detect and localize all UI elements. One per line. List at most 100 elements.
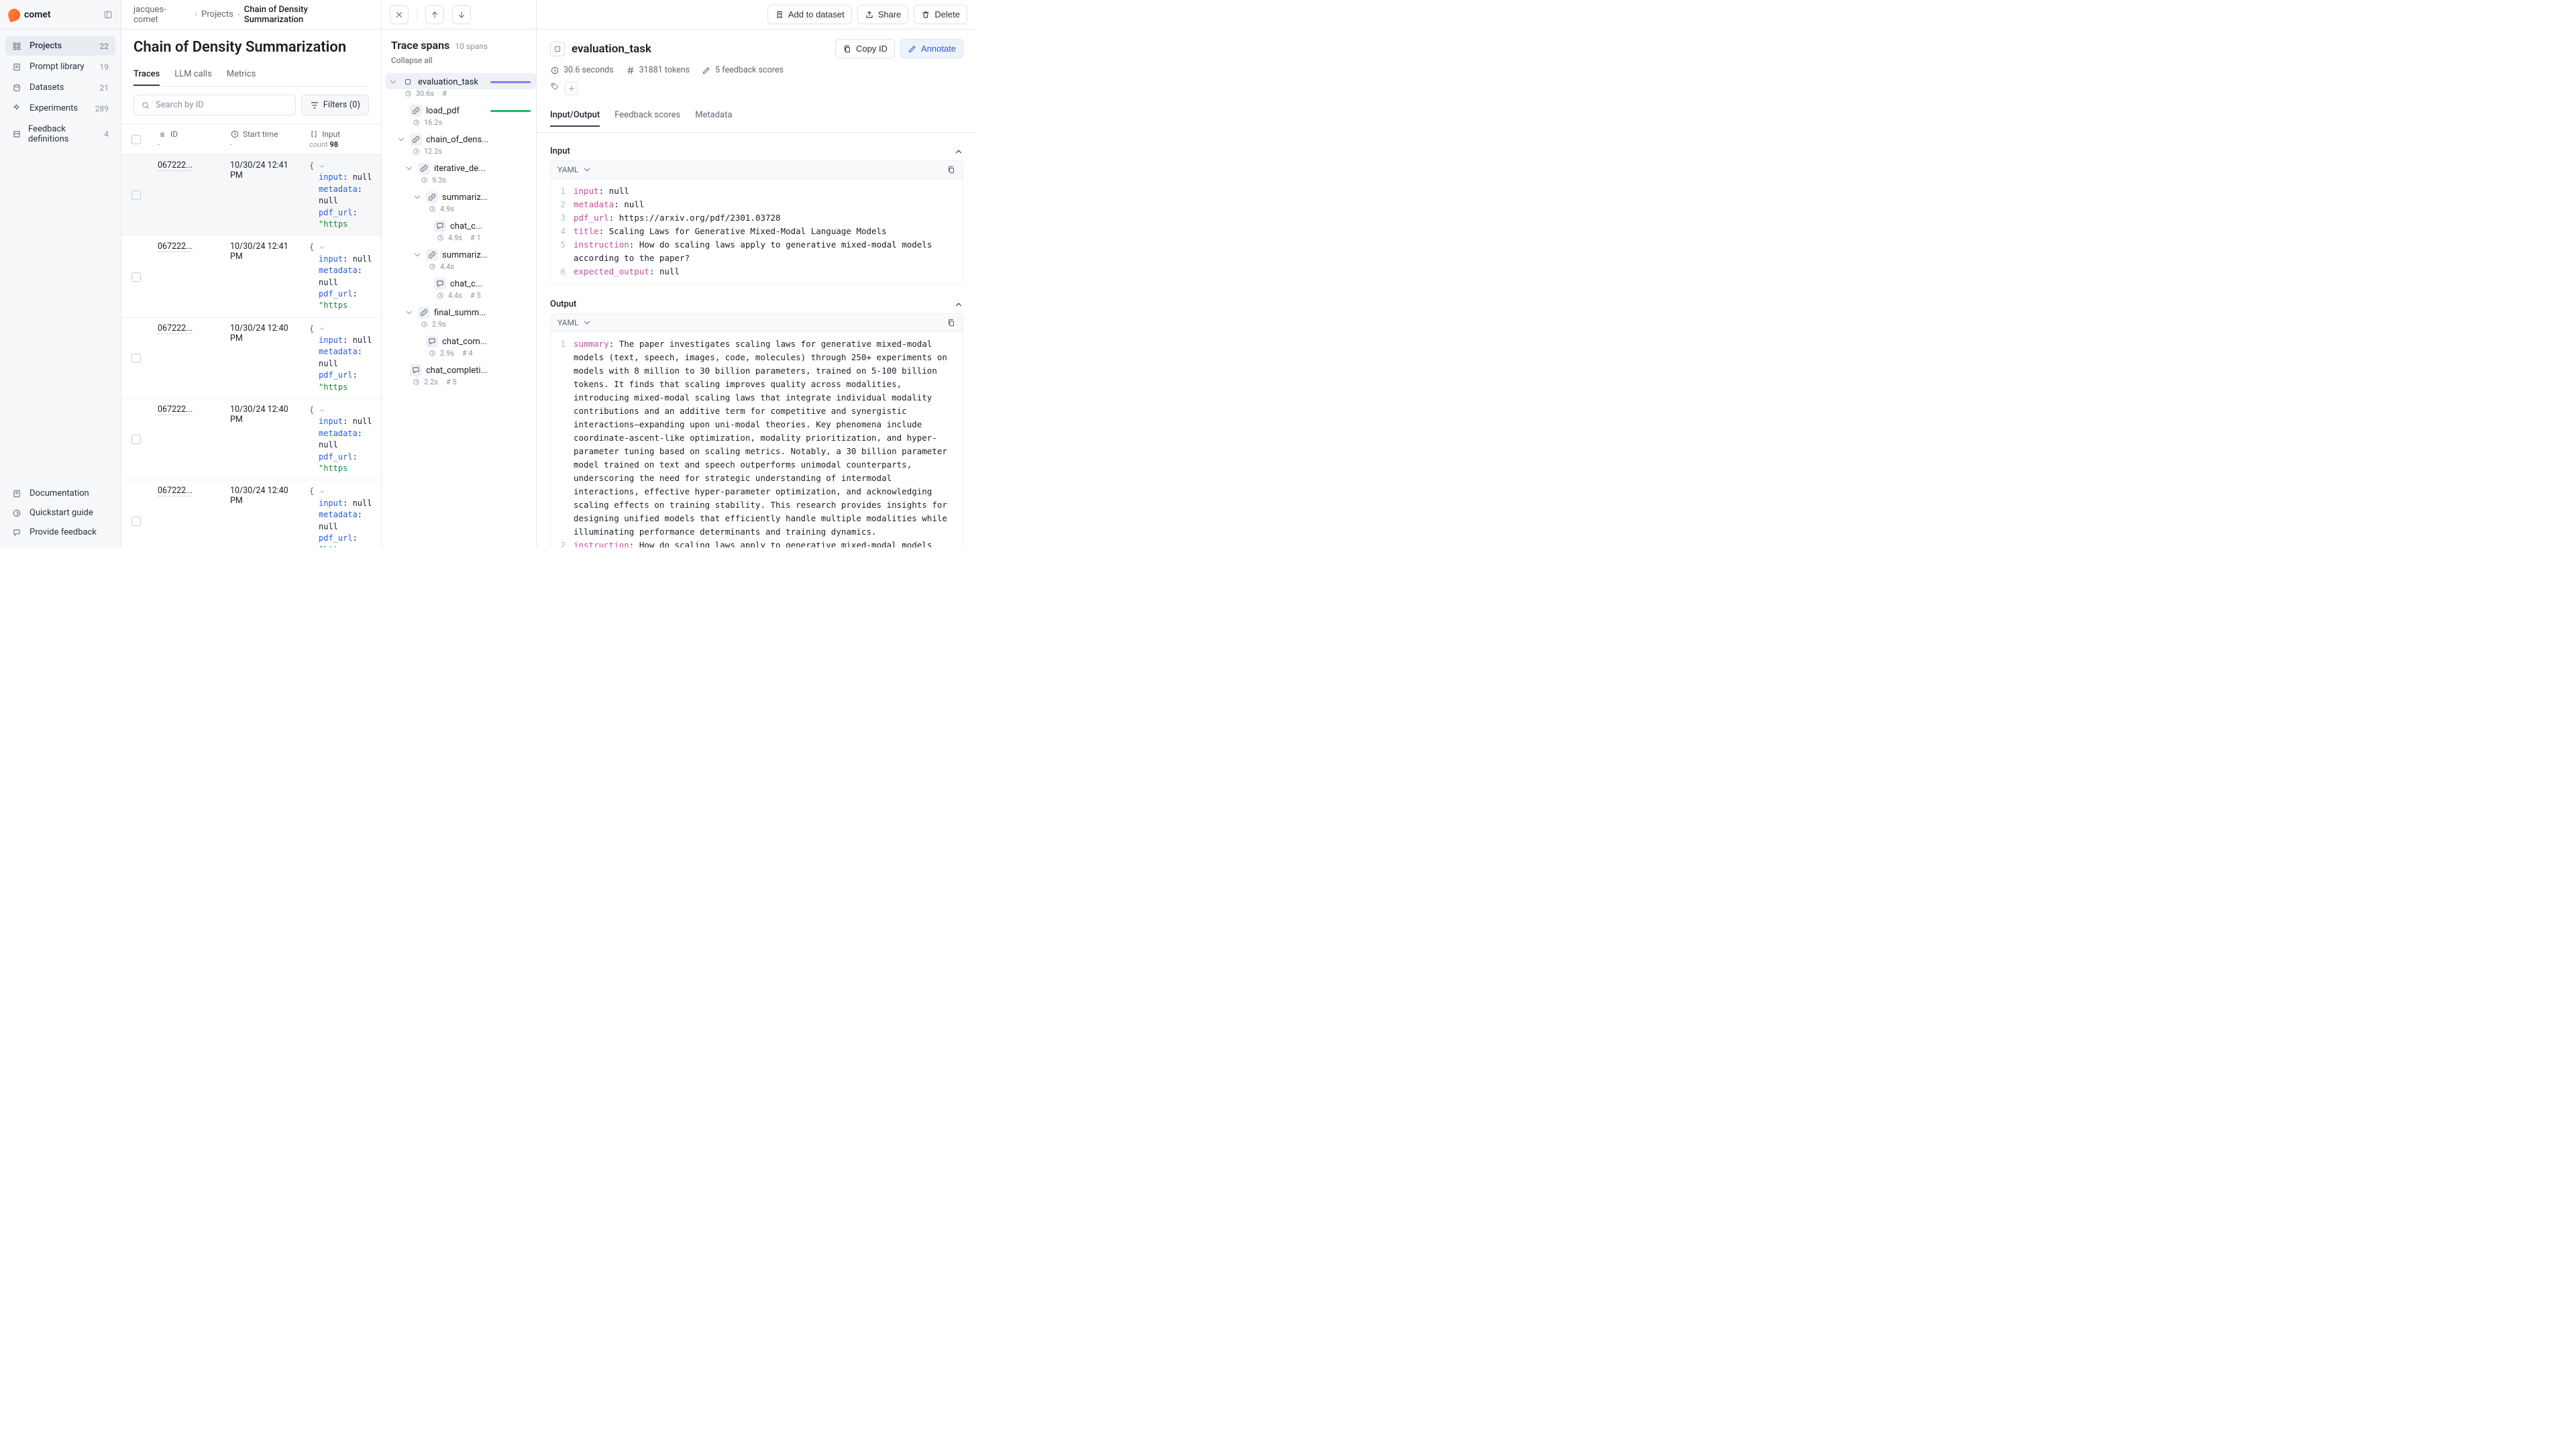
filter-icon: [310, 101, 319, 110]
annotate-button[interactable]: Annotate: [900, 39, 963, 58]
span-type-icon: [410, 105, 422, 117]
input-section-toggle[interactable]: Input: [550, 142, 963, 160]
row-checkbox[interactable]: [121, 236, 151, 317]
caret-icon[interactable]: [413, 250, 422, 260]
row-time: 10/30/24 12:40 PM: [223, 399, 303, 480]
tab-metadata[interactable]: Metadata: [695, 105, 732, 127]
nav-icon: [12, 83, 23, 93]
stat-feedback: 5 feedback scores: [702, 65, 784, 75]
caret-icon[interactable]: [405, 164, 414, 173]
sidebar-footer-provide-feedback[interactable]: Provide feedback: [5, 523, 115, 542]
pencil-icon: [908, 44, 917, 54]
span-row[interactable]: load_pdf: [394, 102, 536, 118]
output-section-toggle[interactable]: Output: [550, 295, 963, 313]
row-id[interactable]: 067222...: [151, 155, 223, 235]
format-select[interactable]: YAML: [557, 318, 592, 327]
row-id[interactable]: 067222...: [151, 399, 223, 480]
tab-traces[interactable]: Traces: [133, 64, 160, 86]
copy-output-button[interactable]: [947, 318, 956, 327]
format-select[interactable]: YAML: [557, 165, 592, 174]
clock-icon: [413, 148, 420, 155]
row-checkbox[interactable]: [121, 155, 151, 235]
sidebar-item-experiments[interactable]: Experiments289: [5, 99, 115, 118]
select-all-checkbox[interactable]: [121, 124, 151, 154]
row-id[interactable]: 067222...: [151, 236, 223, 317]
tab-feedback-scores[interactable]: Feedback scores: [614, 105, 680, 127]
code-line: 1summary: The paper investigates scaling…: [557, 337, 956, 539]
clock-icon: [405, 90, 412, 97]
span-extra: # 5: [446, 378, 457, 386]
row-checkbox[interactable]: [121, 399, 151, 480]
caret-icon[interactable]: [396, 135, 406, 144]
span-type-icon: [434, 278, 446, 290]
table-row[interactable]: 067222...10/30/24 12:40 PM{ input: nullm…: [121, 399, 381, 480]
code-line: 3pdf_url: https://arxiv.org/pdf/2301.037…: [557, 211, 956, 225]
close-panel-button[interactable]: [390, 5, 409, 24]
code-line: 5instruction: How do scaling laws apply …: [557, 238, 956, 265]
row-input-preview: { input: nullmetadata: nullpdf_url: "htt…: [303, 480, 381, 547]
span-name: summariz...: [442, 193, 531, 203]
trash-icon: [921, 10, 930, 19]
sidebar-item-datasets[interactable]: Datasets21: [5, 78, 115, 97]
search-input[interactable]: Search by ID: [133, 95, 296, 115]
span-row[interactable]: chat_completi...: [394, 362, 536, 378]
filters-button[interactable]: Filters (0): [301, 95, 369, 115]
span-row[interactable]: final_summ...: [402, 304, 536, 320]
nav-icon: [12, 104, 23, 113]
prev-trace-button[interactable]: [425, 5, 444, 24]
copy-id-button[interactable]: Copy ID: [835, 39, 895, 58]
breadcrumb-workspace[interactable]: jacques-comet: [133, 5, 191, 25]
span-row[interactable]: summariz...: [410, 246, 536, 262]
delete-button[interactable]: Delete: [914, 5, 967, 24]
tab-input-output[interactable]: Input/Output: [550, 105, 600, 127]
span-node: chat_c...4.9s# 1: [418, 217, 536, 246]
span-row[interactable]: chat_c...: [418, 217, 536, 233]
next-trace-button[interactable]: [452, 5, 471, 24]
add-tag-button[interactable]: [565, 82, 578, 95]
sidebar-item-label: Datasets: [30, 83, 64, 93]
trace-spans-panel: Trace spans 10 spans Collapse all evalua…: [382, 0, 537, 547]
row-checkbox[interactable]: [121, 480, 151, 547]
share-button[interactable]: Share: [857, 5, 909, 24]
row-input-preview: { input: nullmetadata: nullpdf_url: "htt…: [303, 399, 381, 480]
tab-metrics[interactable]: Metrics: [227, 64, 256, 86]
table-row[interactable]: 067222...10/30/24 12:41 PM{ input: nullm…: [121, 155, 381, 236]
span-row[interactable]: chain_of_dens...: [394, 131, 536, 147]
copy-input-button[interactable]: [947, 165, 956, 174]
sidebar-item-projects[interactable]: Projects22: [5, 36, 115, 56]
row-id[interactable]: 067222...: [151, 318, 223, 398]
breadcrumb-projects[interactable]: Projects: [201, 9, 233, 19]
table-row[interactable]: 067222...10/30/24 12:41 PM{ input: nullm…: [121, 236, 381, 317]
col-input-header[interactable]: Input: [309, 129, 374, 139]
code-line: 2instruction: How do scaling laws apply …: [557, 539, 956, 547]
span-row[interactable]: summariz...: [410, 189, 536, 205]
col-time-header[interactable]: Start time: [230, 129, 296, 139]
sidebar-collapse-icon[interactable]: [103, 10, 113, 19]
row-checkbox[interactable]: [121, 318, 151, 398]
span-row[interactable]: chat_c...: [418, 275, 536, 291]
span-duration: 16.2s: [424, 118, 442, 127]
search-icon: [141, 101, 150, 110]
span-row[interactable]: chat_com...: [410, 333, 536, 349]
caret-icon[interactable]: [388, 77, 398, 87]
sidebar-item-feedback-definitions[interactable]: Feedback definitions4: [5, 119, 115, 149]
span-duration: 12.2s: [424, 147, 442, 156]
add-to-dataset-button[interactable]: Add to dataset: [767, 5, 852, 24]
tab-llm-calls[interactable]: LLM calls: [174, 64, 212, 86]
span-row[interactable]: iterative_de...: [402, 160, 536, 176]
collapse-all-button[interactable]: Collapse all: [391, 56, 527, 65]
sidebar-item-prompt-library[interactable]: Prompt library19: [5, 57, 115, 76]
caret-icon[interactable]: [413, 193, 422, 202]
sidebar-footer-quickstart-guide[interactable]: Quickstart guide: [5, 503, 115, 523]
span-row[interactable]: evaluation_task: [386, 73, 536, 89]
copy-icon: [947, 165, 956, 174]
caret-icon[interactable]: [405, 308, 414, 317]
table-row[interactable]: 067222...10/30/24 12:40 PM{ input: nullm…: [121, 318, 381, 399]
span-duration: 9.3s: [432, 176, 446, 184]
table-row[interactable]: 067222...10/30/24 12:40 PM{ input: nullm…: [121, 480, 381, 547]
span-extra: # 4: [462, 349, 473, 358]
sidebar-footer-documentation[interactable]: Documentation: [5, 484, 115, 503]
col-id-header[interactable]: ID: [158, 129, 217, 139]
row-id[interactable]: 067222...: [151, 480, 223, 547]
logo[interactable]: comet: [8, 9, 51, 21]
